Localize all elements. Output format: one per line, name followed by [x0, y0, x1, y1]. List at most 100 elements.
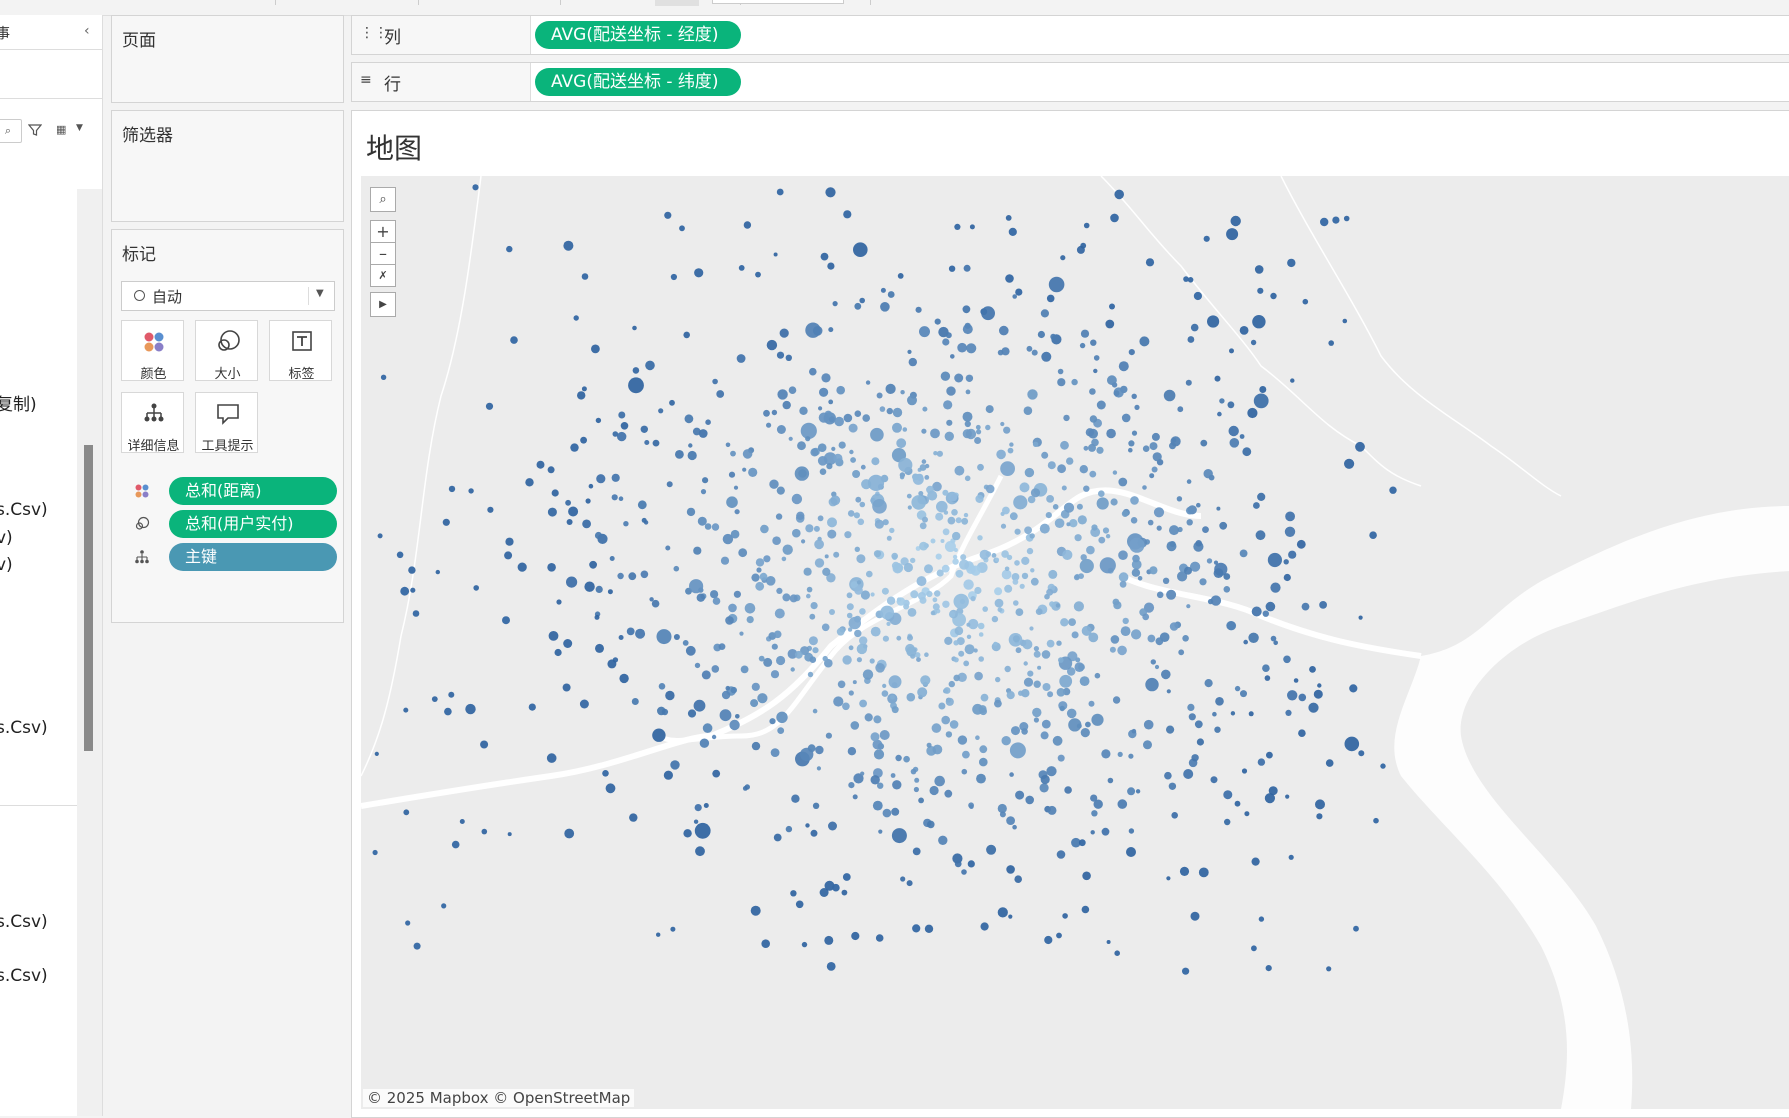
delivery-point[interactable] — [891, 807, 900, 816]
delivery-point[interactable] — [1096, 446, 1104, 454]
delivery-point[interactable] — [1284, 526, 1296, 537]
delivery-point[interactable] — [506, 245, 513, 253]
delivery-point[interactable] — [738, 548, 748, 558]
delivery-point[interactable] — [1166, 589, 1177, 600]
delivery-point[interactable] — [712, 769, 721, 778]
delivery-point[interactable] — [1041, 719, 1051, 729]
delivery-point[interactable] — [1147, 519, 1154, 526]
delivery-point[interactable] — [1055, 603, 1061, 608]
delivery-point[interactable] — [810, 829, 818, 837]
delivery-point[interactable] — [1060, 255, 1066, 261]
delivery-point[interactable] — [889, 527, 895, 534]
delivery-point[interactable] — [1056, 932, 1062, 939]
delivery-point[interactable] — [1030, 577, 1039, 586]
longitude-pill[interactable]: AVG(配送坐标 - 经度) — [535, 21, 741, 49]
delivery-point[interactable] — [856, 657, 862, 663]
delivery-point[interactable] — [664, 211, 672, 219]
delivery-point[interactable] — [1171, 438, 1177, 443]
delivery-point[interactable] — [1283, 573, 1291, 582]
delivery-point[interactable] — [1029, 533, 1035, 539]
delivery-point[interactable] — [1203, 235, 1210, 242]
delivery-point[interactable] — [962, 305, 971, 314]
delivery-point[interactable] — [588, 483, 594, 489]
delivery-point[interactable] — [1091, 713, 1104, 726]
delivery-point[interactable] — [775, 513, 783, 520]
delivery-point[interactable] — [873, 550, 882, 558]
delivery-point[interactable] — [965, 389, 971, 395]
delivery-point[interactable] — [1093, 355, 1100, 361]
delivery-point[interactable] — [694, 822, 711, 839]
delivery-point[interactable] — [693, 546, 702, 555]
delivery-point[interactable] — [820, 252, 829, 261]
delivery-point[interactable] — [963, 512, 969, 518]
delivery-point[interactable] — [975, 424, 981, 430]
delivery-point[interactable] — [942, 489, 949, 496]
delivery-point[interactable] — [949, 611, 956, 618]
delivery-point[interactable] — [1239, 326, 1249, 335]
delivery-point[interactable] — [777, 389, 788, 400]
delivery-point[interactable] — [961, 768, 968, 775]
delivery-point[interactable] — [702, 477, 709, 484]
delivery-point[interactable] — [880, 302, 890, 312]
delivery-point[interactable] — [818, 412, 829, 423]
delivery-point[interactable] — [1257, 492, 1266, 501]
delivery-point[interactable] — [405, 920, 411, 926]
delivery-point[interactable] — [1229, 438, 1240, 448]
delivery-point[interactable] — [776, 351, 785, 359]
delivery-point[interactable] — [1005, 274, 1014, 283]
delivery-point[interactable] — [1202, 526, 1209, 533]
delivery-point[interactable] — [1234, 685, 1241, 692]
delivery-point[interactable] — [1183, 276, 1189, 282]
delivery-point[interactable] — [991, 615, 999, 623]
delivery-point[interactable] — [842, 702, 850, 711]
delivery-point[interactable] — [916, 657, 921, 662]
delivery-point[interactable] — [828, 327, 834, 333]
delivery-point[interactable] — [579, 699, 589, 709]
delivery-point[interactable] — [1219, 521, 1228, 530]
delivery-point[interactable] — [1083, 445, 1089, 451]
delivery-point[interactable] — [1114, 189, 1124, 200]
delivery-point[interactable] — [685, 645, 696, 656]
delivery-point[interactable] — [1054, 518, 1065, 528]
delivery-point[interactable] — [736, 354, 746, 363]
delivery-point[interactable] — [617, 431, 627, 442]
delivery-point[interactable] — [1114, 950, 1120, 956]
delivery-point[interactable] — [856, 554, 866, 564]
delivery-point[interactable] — [1035, 608, 1043, 615]
delivery-point[interactable] — [1046, 588, 1054, 596]
delivery-point[interactable] — [896, 438, 907, 449]
delivery-point[interactable] — [380, 374, 387, 380]
delivery-point[interactable] — [1099, 557, 1116, 574]
delivery-point[interactable] — [618, 411, 626, 419]
delivery-point[interactable] — [790, 667, 795, 672]
delivery-point[interactable] — [596, 474, 606, 484]
delivery-point[interactable] — [729, 719, 740, 731]
delivery-point[interactable] — [1073, 574, 1080, 581]
delivery-point[interactable] — [996, 449, 1006, 460]
delivery-point[interactable] — [880, 605, 894, 620]
delivery-point[interactable] — [1040, 731, 1049, 740]
delivery-point[interactable] — [870, 427, 884, 442]
delivery-point[interactable] — [965, 374, 974, 382]
delivery-point[interactable] — [673, 634, 680, 640]
delivery-point[interactable] — [824, 935, 834, 945]
delivery-point[interactable] — [812, 708, 818, 714]
delivery-point[interactable] — [853, 242, 868, 257]
delivery-point[interactable] — [763, 657, 773, 667]
filters-card[interactable]: 筛选器 — [111, 110, 344, 222]
delivery-point[interactable] — [829, 609, 835, 615]
delivery-point[interactable] — [917, 592, 926, 600]
delivery-point[interactable] — [1298, 729, 1306, 737]
delivery-point[interactable] — [782, 544, 793, 555]
delivery-point[interactable] — [815, 745, 824, 755]
delivery-point[interactable] — [763, 555, 771, 563]
delivery-point[interactable] — [1210, 776, 1218, 784]
delivery-point[interactable] — [954, 860, 962, 868]
delivery-point[interactable] — [859, 699, 867, 708]
delivery-point[interactable] — [933, 451, 938, 456]
delivery-point[interactable] — [881, 587, 889, 595]
delivery-point[interactable] — [862, 414, 870, 422]
delivery-point[interactable] — [1102, 527, 1110, 534]
delivery-point[interactable] — [1325, 759, 1334, 767]
delivery-point[interactable] — [1143, 719, 1154, 730]
